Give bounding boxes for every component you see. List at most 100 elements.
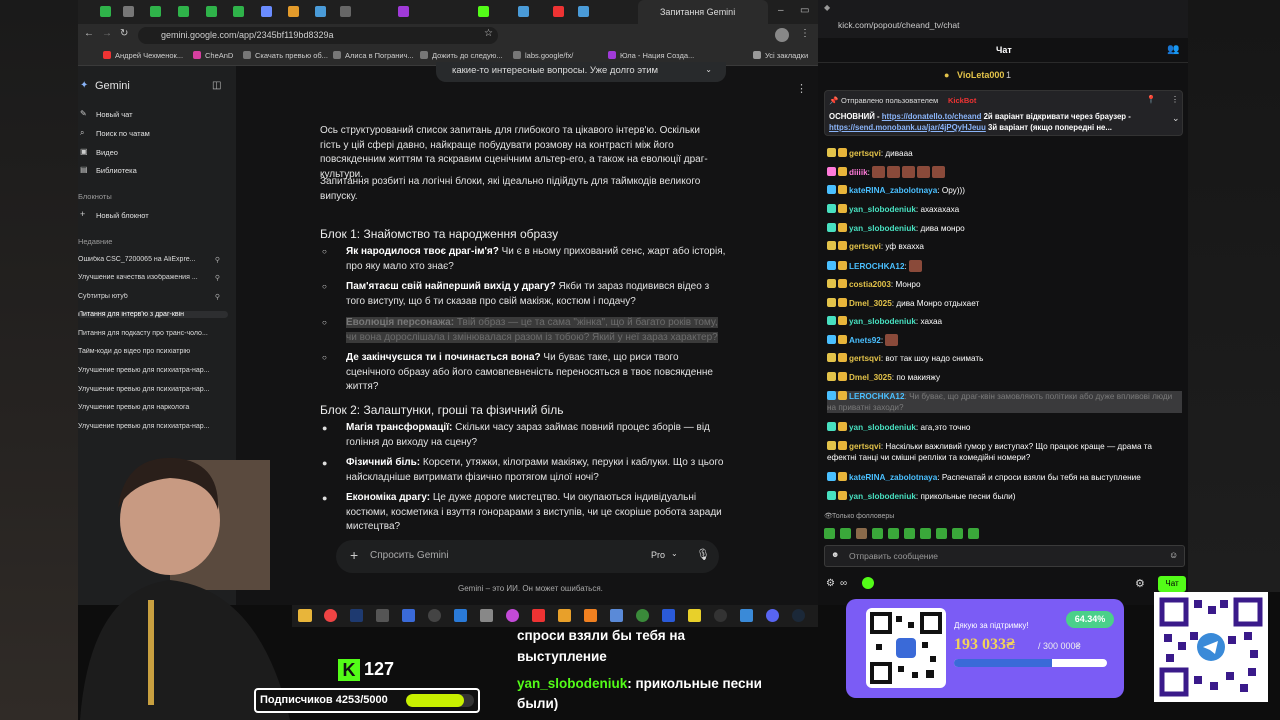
chevron-down-icon[interactable]: ⌄ (671, 549, 678, 558)
monobank-link[interactable]: https://send.monobank.ua/jar/4jPQyHJeuu (829, 123, 986, 132)
bookmark[interactable]: Юла - Нация Созда... (608, 51, 694, 60)
emote-icon[interactable] (856, 528, 867, 539)
app-icon[interactable] (428, 609, 441, 622)
chat-username[interactable]: yan_slobodeniuk (849, 224, 916, 233)
app-icon[interactable] (558, 609, 571, 622)
microphone-icon[interactable]: 🎙 (696, 548, 710, 561)
chat-username[interactable]: Dmel_3025 (849, 373, 892, 382)
chat-username[interactable]: LEROCHKA12 (849, 392, 905, 401)
more-options-icon[interactable]: ⋮ (796, 82, 807, 95)
tab-icon[interactable] (261, 6, 272, 17)
sidebar-toggle-icon[interactable]: ◫ (212, 80, 221, 91)
vlc-icon[interactable] (584, 609, 597, 622)
app-icon[interactable] (532, 609, 545, 622)
kick-points-icon[interactable] (862, 577, 874, 589)
restore-icon[interactable]: ▭ (800, 5, 809, 16)
emote-icon[interactable] (824, 528, 835, 539)
tab-icon[interactable] (315, 6, 326, 17)
app-icon[interactable] (740, 609, 753, 622)
chat-username[interactable]: Anets92 (849, 336, 881, 345)
emote-icon[interactable] (888, 528, 899, 539)
tab-icon[interactable] (178, 6, 189, 17)
steam-icon[interactable] (792, 609, 805, 622)
tab-icon[interactable] (578, 6, 589, 17)
chrome-icon[interactable] (324, 609, 337, 622)
bookmark[interactable]: Скачать превью об... (243, 51, 328, 60)
chat-username[interactable]: LEROCHKA12 (849, 262, 905, 271)
chat-username[interactable]: diiiik (849, 168, 868, 177)
recent-item[interactable]: Улучшение превью для нарколога (78, 404, 228, 411)
menu-icon[interactable]: ⋮ (800, 28, 810, 39)
emote-icon[interactable] (840, 528, 851, 539)
gear-icon[interactable]: ⚙ (1135, 577, 1145, 590)
app-icon[interactable] (402, 609, 415, 622)
tab-active[interactable]: Запитання Gemini (638, 0, 768, 24)
tab-icon[interactable] (288, 6, 299, 17)
url-field[interactable]: gemini.google.com/app/2345bf119bd8329a (138, 27, 498, 44)
app-icon[interactable] (688, 609, 701, 622)
app-icon[interactable] (662, 609, 675, 622)
chat-input[interactable]: ☻ Отправить сообщение ☺ (824, 545, 1185, 567)
tab-icon[interactable] (123, 6, 134, 17)
minimize-icon[interactable]: – (778, 5, 784, 16)
emote-icon[interactable] (936, 528, 947, 539)
reload-icon[interactable]: ↻ (120, 28, 128, 39)
recent-item[interactable]: Улучшение превью для психиатра-нар... (78, 367, 228, 374)
app-icon[interactable] (610, 609, 623, 622)
avatar[interactable] (775, 28, 789, 42)
app-icon[interactable] (376, 609, 389, 622)
donatello-link[interactable]: https://donatello.to/cheand (882, 112, 982, 121)
recent-item[interactable]: Улучшение качества изображения ... ⚲ (78, 274, 228, 281)
tab-icon[interactable] (340, 6, 351, 17)
chat-username[interactable]: gertsqvi (849, 242, 881, 251)
chat-username[interactable]: gertsqvi (849, 442, 881, 451)
pinned-user[interactable]: KickBot (948, 96, 976, 105)
app-icon[interactable] (454, 609, 467, 622)
chat-username[interactable]: kateRINA_zabolotnaya (849, 473, 937, 482)
chat-username[interactable]: yan_slobodeniuk (849, 317, 916, 326)
recent-item[interactable]: Ошибка CSC_7200065 на AliExpre... ⚲ (78, 256, 228, 263)
emote-icon[interactable] (904, 528, 915, 539)
bookmark-folder[interactable]: Усі закладки (753, 51, 808, 60)
bookmark[interactable]: Алиса в Погранич... (333, 51, 414, 60)
recent-item[interactable]: Тайм-коди до відео про психіатрію (78, 348, 228, 355)
chat-username[interactable]: yan_slobodeniuk (849, 492, 916, 501)
emote-icon[interactable] (920, 528, 931, 539)
users-icon[interactable]: 👥 (1167, 44, 1179, 55)
tab-icon[interactable] (233, 6, 244, 17)
settings-icon[interactable]: ⚙ (826, 578, 835, 589)
send-button[interactable]: Чат (1158, 576, 1186, 592)
bookmark[interactable]: labs.google/fx/ (513, 51, 573, 60)
unpin-icon[interactable]: 📍 (1146, 95, 1156, 104)
tab-icon[interactable] (553, 6, 564, 17)
forward-icon[interactable]: → (102, 28, 112, 39)
bookmark[interactable]: Дожить до следую... (420, 51, 503, 60)
chat-username[interactable]: gertsqvi (849, 149, 881, 158)
recent-item[interactable]: Питання для подкасту про транс-чоло... (78, 330, 228, 337)
expand-icon[interactable]: ⌄ (1172, 113, 1180, 124)
emote-icon[interactable] (952, 528, 963, 539)
emote-icon[interactable] (872, 528, 883, 539)
discord-icon[interactable] (766, 609, 779, 622)
recent-item[interactable]: Улучшение превью для психиатра-нар... (78, 423, 228, 430)
emote-icon[interactable] (968, 528, 979, 539)
recent-item[interactable]: Улучшение превью для психиатра-нар... (78, 386, 228, 393)
sidebar-item-video[interactable]: Видео (96, 148, 118, 157)
recent-item-active[interactable]: Питання для інтерв'ю з драг-квін (78, 311, 228, 318)
app-icon[interactable] (714, 609, 727, 622)
tab-icon[interactable] (478, 6, 489, 17)
pinned-message[interactable]: 📌 Отправлено пользователем KickBot 📍 ⋮ О… (824, 90, 1183, 136)
tab-icon[interactable] (150, 6, 161, 17)
chat-username[interactable]: gertsqvi (849, 354, 881, 363)
recent-item[interactable]: Субтитры ютуб ⚲ (78, 293, 228, 300)
mode-selector[interactable]: Pro (651, 550, 665, 560)
prompt-box[interactable]: + Спросить Gemini Pro ⌄ 🎙 (336, 540, 719, 573)
back-icon[interactable]: ← (84, 28, 94, 39)
app-icon[interactable] (506, 609, 519, 622)
sidebar-item-new-chat[interactable]: Новый чат (96, 110, 133, 119)
sidebar-item-search[interactable]: Поиск по чатам (96, 129, 150, 138)
add-icon[interactable]: + (350, 547, 358, 563)
folder-icon[interactable] (298, 609, 312, 622)
photoshop-icon[interactable] (350, 609, 363, 622)
bookmark[interactable]: CheAnD (193, 51, 233, 60)
